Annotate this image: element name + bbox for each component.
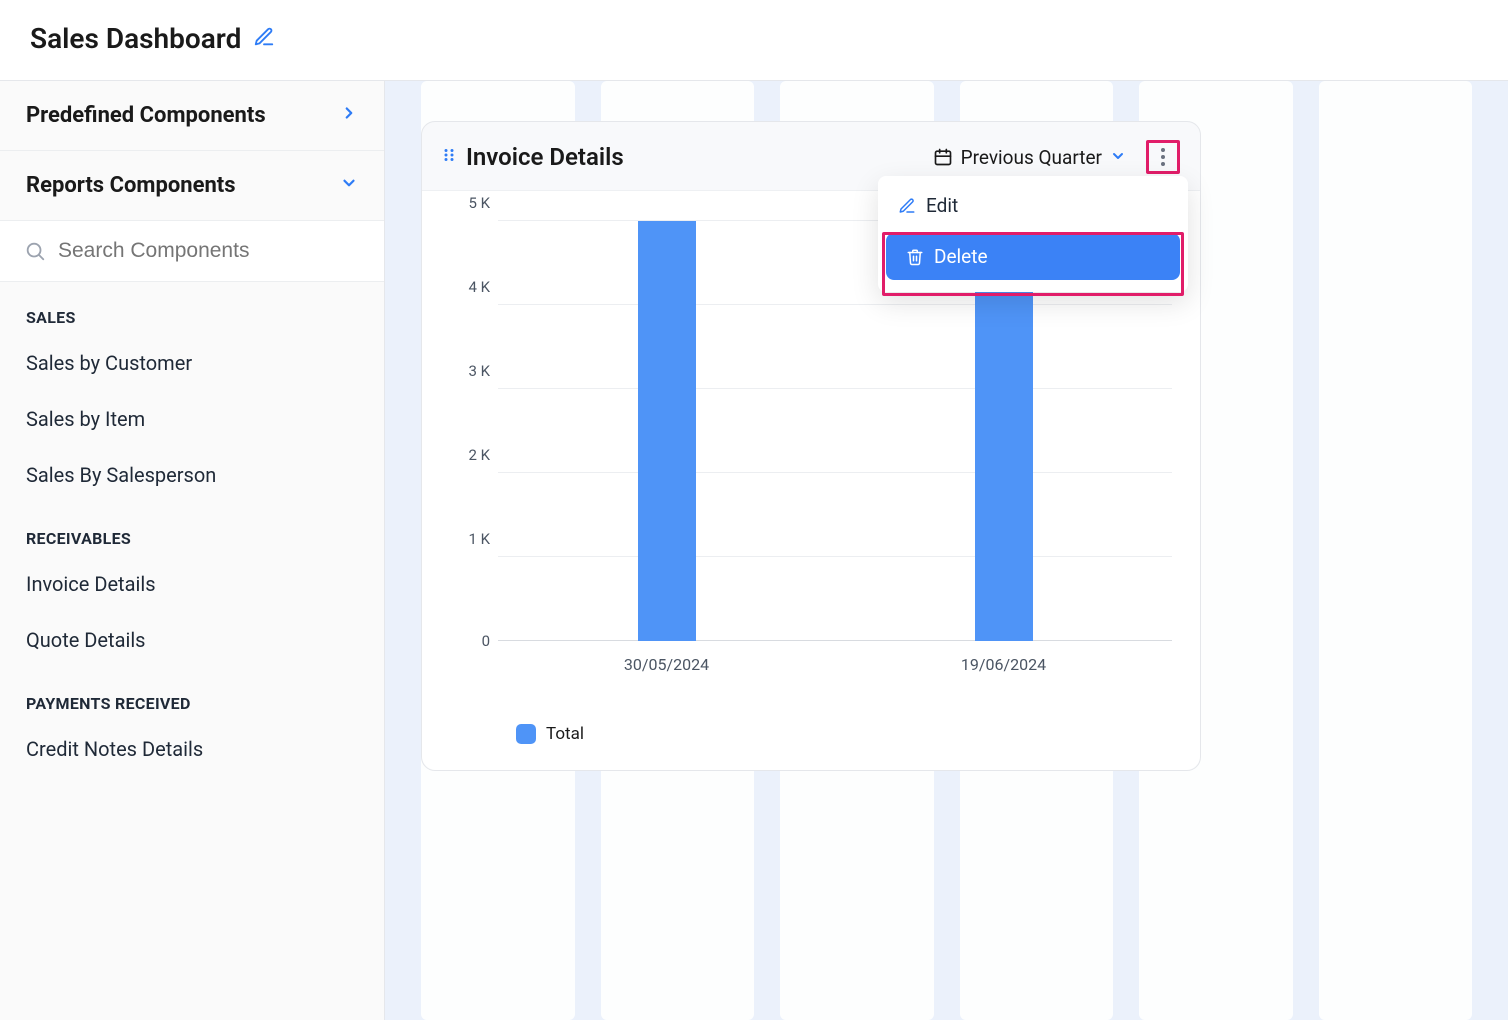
group-label-receivables: RECEIVABLES: [0, 503, 384, 556]
x-axis: 30/05/2024 19/06/2024: [498, 655, 1172, 674]
y-tick: 0: [482, 632, 490, 650]
chevron-down-icon: [340, 173, 358, 198]
sidebar-item-credit-notes-details[interactable]: Credit Notes Details: [0, 721, 384, 777]
date-range-label: Previous Quarter: [961, 146, 1102, 169]
x-tick: 30/05/2024: [498, 655, 835, 674]
y-tick: 2 K: [468, 446, 490, 464]
menu-item-edit[interactable]: Edit: [878, 182, 1188, 229]
bar-0: [638, 221, 696, 641]
sidebar: Predefined Components Reports Components…: [0, 81, 385, 1020]
calendar-icon: [933, 147, 953, 167]
widget-more-menu: Edit Delete: [878, 176, 1188, 292]
legend-label: Total: [546, 724, 584, 744]
predefined-components-toggle[interactable]: Predefined Components: [0, 81, 384, 151]
reports-components-toggle[interactable]: Reports Components: [0, 151, 384, 221]
menu-item-label: Edit: [926, 194, 958, 217]
menu-item-label: Delete: [934, 245, 988, 268]
page-header: Sales Dashboard: [0, 0, 1508, 80]
pencil-icon: [898, 197, 916, 215]
menu-item-delete[interactable]: Delete: [886, 233, 1180, 280]
widget-title: Invoice Details: [466, 143, 925, 171]
section-label: Reports Components: [26, 173, 236, 198]
chart-legend: Total: [516, 724, 1172, 744]
search-icon: [24, 240, 46, 262]
trash-icon: [906, 248, 924, 266]
y-axis: 0 1 K 2 K 3 K 4 K 5 K: [450, 221, 498, 641]
page-title: Sales Dashboard: [30, 22, 241, 55]
x-tick: 19/06/2024: [835, 655, 1172, 674]
main-canvas: Invoice Details Previous Quarter Edit: [385, 81, 1508, 1020]
group-label-payments-received: PAYMENTS RECEIVED: [0, 668, 384, 721]
kebab-icon: [1161, 148, 1165, 166]
y-tick: 5 K: [468, 194, 490, 212]
y-tick: 3 K: [468, 362, 490, 380]
search-components[interactable]: [0, 221, 384, 282]
edit-dashboard-icon[interactable]: [253, 26, 275, 52]
chevron-right-icon: [340, 103, 358, 128]
y-tick: 1 K: [468, 530, 490, 548]
widget-more-menu-button[interactable]: [1146, 140, 1180, 174]
date-range-selector[interactable]: Previous Quarter: [933, 146, 1126, 169]
drag-handle-icon[interactable]: [440, 146, 458, 168]
sidebar-item-sales-by-salesperson[interactable]: Sales By Salesperson: [0, 447, 384, 503]
legend-swatch: [516, 724, 536, 744]
chevron-down-icon: [1110, 146, 1126, 169]
invoice-details-widget: Invoice Details Previous Quarter Edit: [421, 121, 1201, 771]
sidebar-item-sales-by-customer[interactable]: Sales by Customer: [0, 335, 384, 391]
section-label: Predefined Components: [26, 103, 266, 128]
group-label-sales: SALES: [0, 282, 384, 335]
search-input[interactable]: [58, 239, 360, 263]
sidebar-item-invoice-details[interactable]: Invoice Details: [0, 556, 384, 612]
sidebar-item-sales-by-item[interactable]: Sales by Item: [0, 391, 384, 447]
sidebar-item-quote-details[interactable]: Quote Details: [0, 612, 384, 668]
y-tick: 4 K: [468, 278, 490, 296]
